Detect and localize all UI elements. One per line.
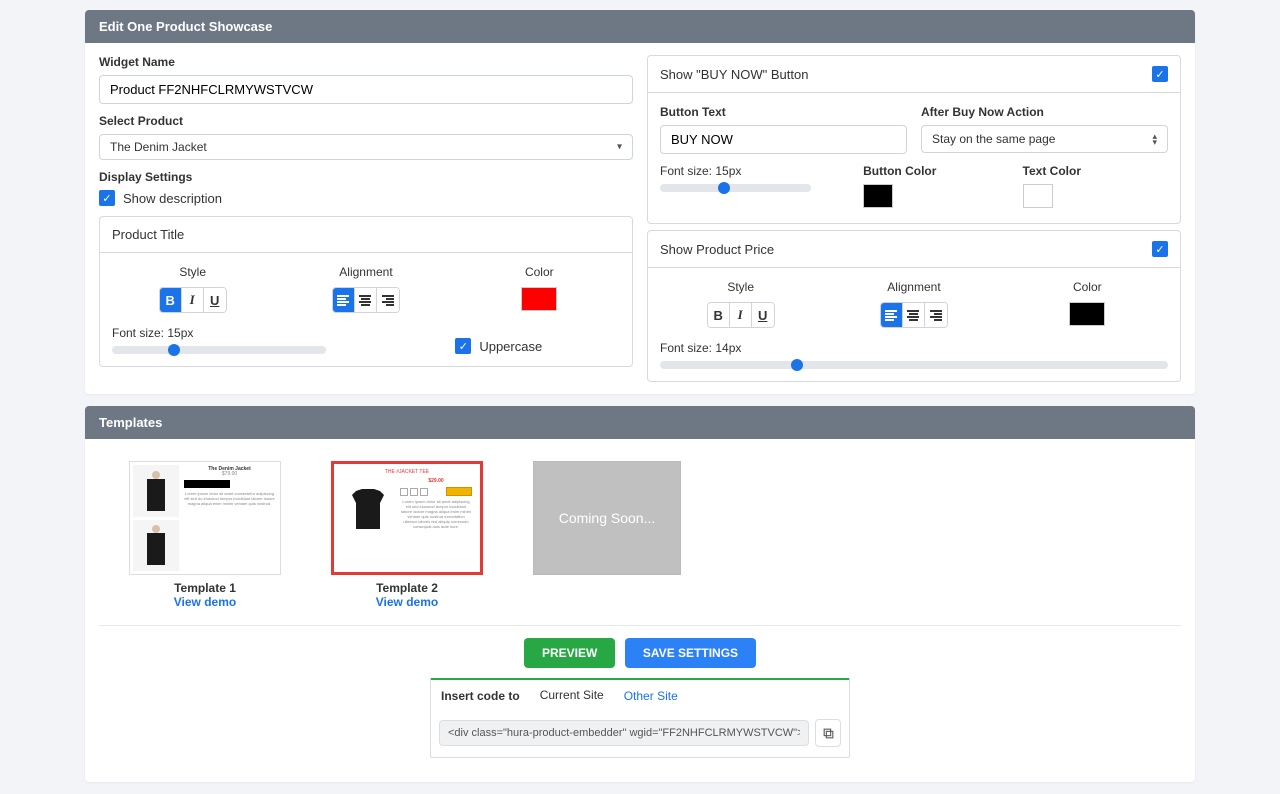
align-center-button[interactable] xyxy=(355,288,377,312)
tab-current-site[interactable]: Current Site xyxy=(530,680,614,711)
buynow-font-size-slider[interactable] xyxy=(660,184,811,192)
template-1-thumb[interactable]: The Denim Jacket $79.00 Lorem ipsum dolo… xyxy=(129,461,281,575)
select-product-label: Select Product xyxy=(99,114,633,128)
edit-panel-header: Edit One Product Showcase xyxy=(85,10,1195,43)
buynow-header: Show "BUY NOW" Button xyxy=(660,67,808,82)
italic-button[interactable]: I xyxy=(182,288,204,312)
insert-code-label: Insert code to xyxy=(431,681,530,711)
tab-other-site[interactable]: Other Site xyxy=(614,681,688,711)
after-action-label: After Buy Now Action xyxy=(921,105,1168,119)
button-text-label: Button Text xyxy=(660,105,907,119)
price-align-right-button[interactable] xyxy=(925,303,947,327)
text-color-swatch[interactable] xyxy=(1023,184,1053,208)
select-product-value: The Denim Jacket xyxy=(110,140,207,154)
template-2-demo-link[interactable]: View demo xyxy=(331,595,483,609)
btn-color-swatch[interactable] xyxy=(863,184,893,208)
show-description-checkbox[interactable]: ✓ xyxy=(99,190,115,206)
btn-color-label: Button Color xyxy=(863,164,1008,178)
price-color-label: Color xyxy=(1007,280,1168,294)
copy-icon xyxy=(822,727,835,740)
uppercase-label: Uppercase xyxy=(479,339,542,354)
price-header: Show Product Price xyxy=(660,242,774,257)
caret-down-icon: ▾ xyxy=(617,142,622,153)
title-color-swatch[interactable] xyxy=(521,287,557,311)
product-title-header: Product Title xyxy=(100,217,632,253)
price-underline-button[interactable]: U xyxy=(752,303,774,327)
widget-name-input[interactable] xyxy=(99,75,633,104)
text-color-label: Text Color xyxy=(1023,164,1168,178)
price-bold-button[interactable]: B xyxy=(708,303,730,327)
buynow-font-size-label: Font size: 15px xyxy=(660,164,849,178)
template-coming-soon: Coming Soon... xyxy=(533,461,681,575)
title-font-size-label: Font size: 15px xyxy=(112,326,441,340)
preview-button[interactable]: PREVIEW xyxy=(524,638,615,668)
templates-header: Templates xyxy=(85,406,1195,439)
style-label: Style xyxy=(112,265,273,279)
title-font-size-slider[interactable] xyxy=(112,346,326,354)
show-description-label: Show description xyxy=(123,191,222,206)
buynow-toggle[interactable]: ✓ xyxy=(1152,66,1168,82)
display-settings-label: Display Settings xyxy=(99,170,633,184)
align-right-button[interactable] xyxy=(377,288,399,312)
price-toggle[interactable]: ✓ xyxy=(1152,241,1168,257)
price-font-size-label: Font size: 14px xyxy=(660,341,1168,355)
price-style-label: Style xyxy=(660,280,821,294)
price-color-swatch[interactable] xyxy=(1069,302,1105,326)
widget-name-label: Widget Name xyxy=(99,55,633,69)
template-1-name: Template 1 xyxy=(129,581,281,595)
price-align-center-button[interactable] xyxy=(903,303,925,327)
alignment-label: Alignment xyxy=(285,265,446,279)
align-left-button[interactable] xyxy=(333,288,355,312)
after-action-select[interactable]: Stay on the same page ▴▾ xyxy=(921,125,1168,153)
select-product-dropdown[interactable]: The Denim Jacket ▾ xyxy=(99,134,633,160)
button-text-input[interactable] xyxy=(660,125,907,154)
save-settings-button[interactable]: SAVE SETTINGS xyxy=(625,638,756,668)
underline-button[interactable]: U xyxy=(204,288,226,312)
template-2-thumb[interactable]: THE #JACKET TEE $29.00 Lorem ipsum dolor… xyxy=(331,461,483,575)
price-align-left-button[interactable] xyxy=(881,303,903,327)
bold-button[interactable]: B xyxy=(160,288,182,312)
price-italic-button[interactable]: I xyxy=(730,303,752,327)
template-1-demo-link[interactable]: View demo xyxy=(129,595,281,609)
up-down-icon: ▴▾ xyxy=(1152,133,1157,145)
price-alignment-label: Alignment xyxy=(833,280,994,294)
embed-code-input[interactable] xyxy=(439,720,809,746)
price-font-size-slider[interactable] xyxy=(660,361,1168,369)
uppercase-checkbox[interactable]: ✓ xyxy=(455,338,471,354)
color-label: Color xyxy=(459,265,620,279)
template-2-name: Template 2 xyxy=(331,581,483,595)
copy-code-button[interactable] xyxy=(815,719,841,747)
